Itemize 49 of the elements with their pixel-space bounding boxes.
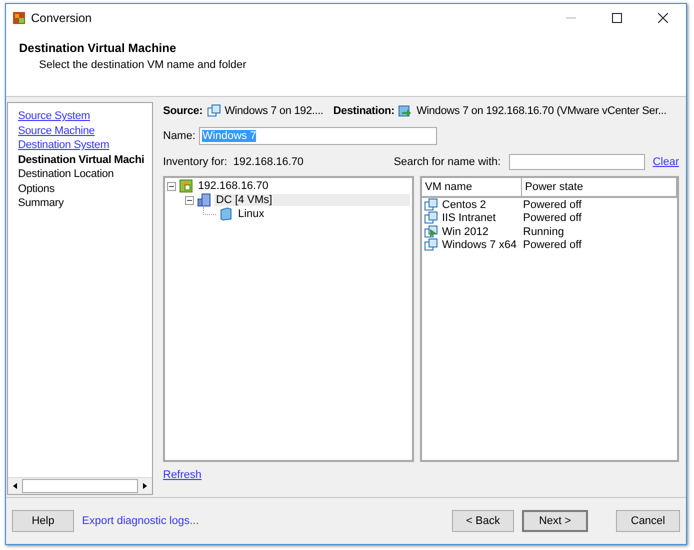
source-label: Source: [163,105,203,117]
window-title: Conversion [31,10,92,24]
horizontal-scrollbar[interactable] [8,477,152,494]
step-item: Options [18,182,56,196]
tree-item[interactable]: 192.168.16.70 [196,180,270,192]
step-item[interactable]: Source System [18,109,152,124]
tree-item[interactable]: DC [4 VMs] [214,194,410,206]
step-item: Summary [18,196,65,210]
host-icon [179,179,193,193]
help-button[interactable]: Help [12,510,74,532]
vm-name[interactable]: Windows 7 x64 [442,239,517,252]
column-header[interactable]: VM name [422,178,522,196]
step-item: Destination Virtual Machi [18,152,146,167]
vm-name[interactable]: IIS Intranet [442,212,496,224]
power-state: Powered off [523,212,582,224]
power-state: Powered off [523,239,582,252]
vm-icon [206,104,221,118]
scroll-left-icon[interactable] [11,482,19,490]
page-subtitle: Select the destination VM name and folder [39,59,248,71]
inventory-value: 192.168.16.70 [233,156,304,168]
export-logs-link[interactable]: Export diagnostic logs... [82,515,199,527]
vm-name[interactable]: Centos 2 [442,198,486,211]
power-state: Powered off [523,198,582,211]
step-item: Destination Location [18,167,115,182]
column-header[interactable]: Power state [522,178,677,196]
clear-link[interactable]: Clear [652,156,679,168]
step-item[interactable]: Source Machine [18,124,152,138]
name-label: Name: [163,130,196,142]
app-icon [13,12,25,24]
collapse-toggle-icon[interactable] [185,196,194,204]
datacenter-icon [197,193,211,207]
search-field[interactable] [508,154,645,170]
source-value: Windows 7 on 192.... [224,105,324,117]
page-title: Destination Virtual Machine [19,41,178,55]
collapse-toggle-icon[interactable] [167,182,176,190]
search-label: Search for name with: [394,156,501,168]
vm-name[interactable]: Win 2012 [442,226,488,238]
tree-item[interactable]: Linux [236,208,266,220]
inventory-label: Inventory for: [163,156,228,168]
destination-value: Windows 7 on 192.168.16.70 (VMware vCenter Ser... [416,105,667,117]
step-item[interactable]: Destination System [18,138,152,152]
scroll-right-icon[interactable] [141,482,149,490]
vm-icon [398,104,412,118]
back-button[interactable]: < Back [452,510,514,532]
next-button[interactable]: Next > [522,510,588,532]
power-state: Running [523,226,564,238]
destination-label: Destination: [333,105,394,117]
cancel-button[interactable]: Cancel [616,510,680,532]
refresh-link[interactable]: Refresh [163,469,202,481]
